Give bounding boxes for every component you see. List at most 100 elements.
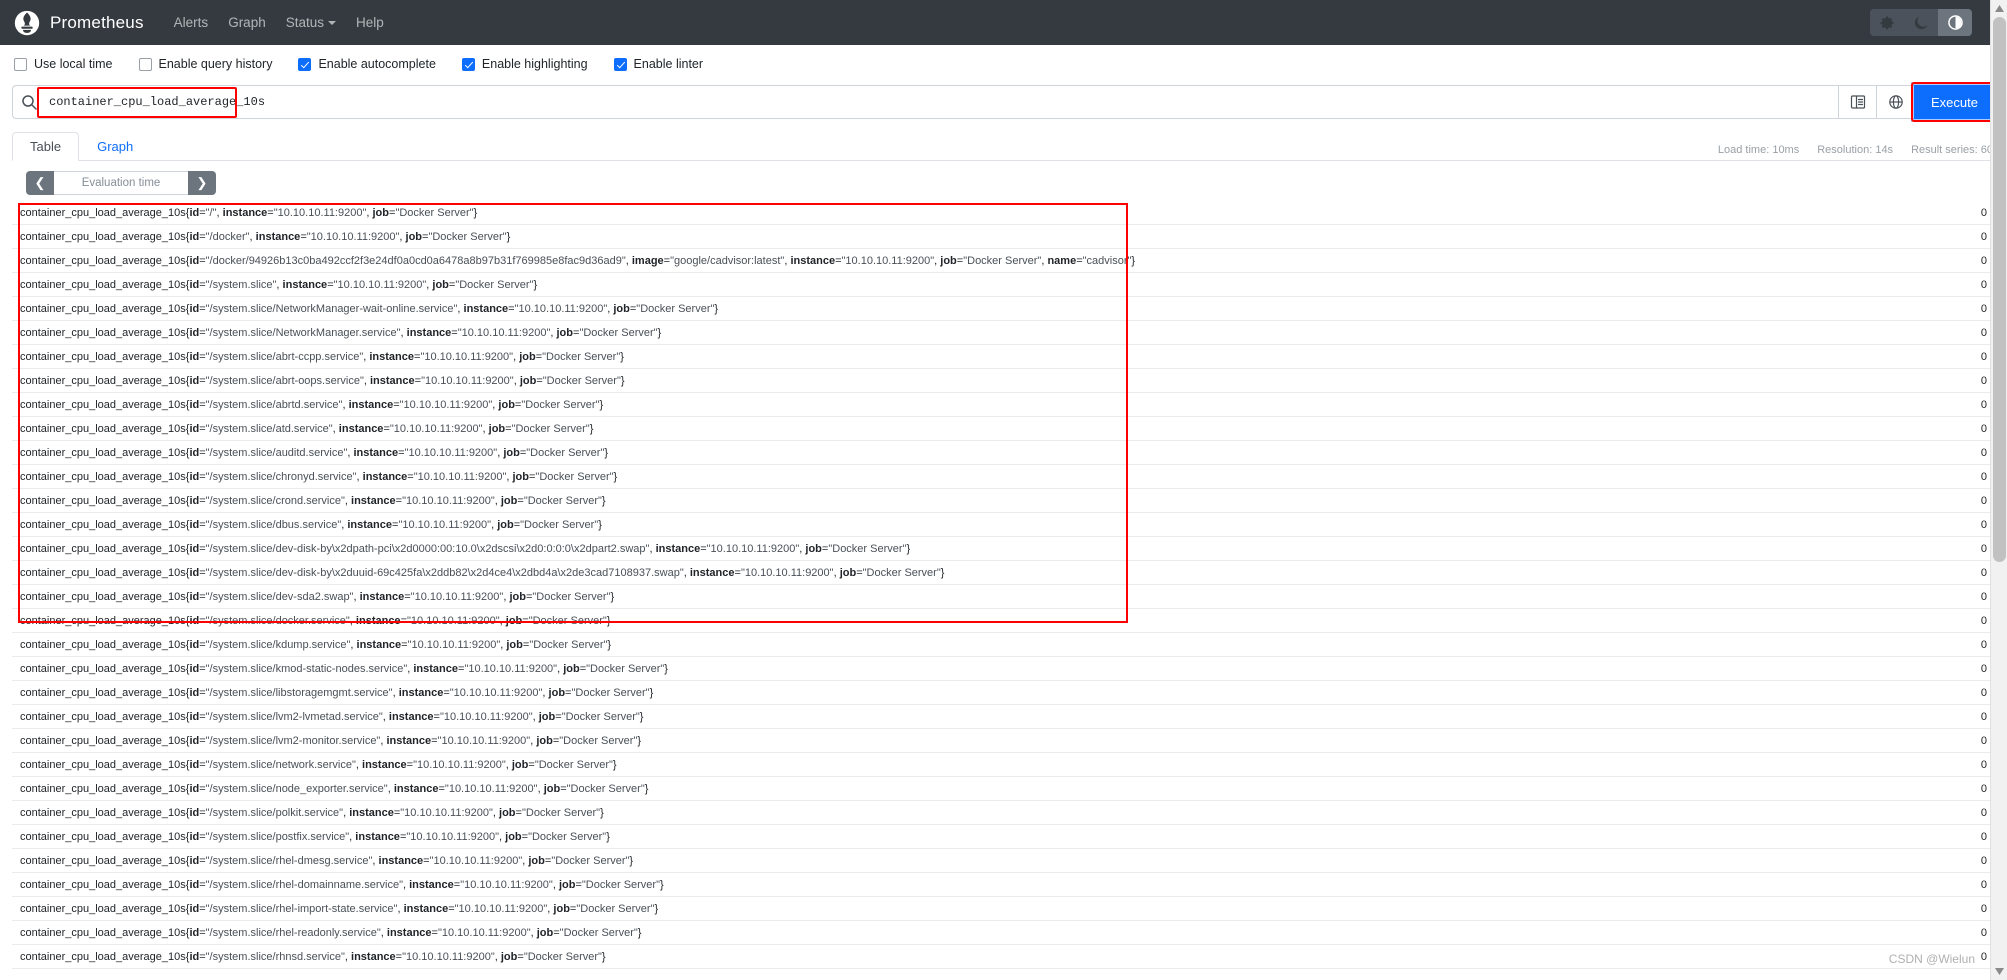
use-local-time-checkbox[interactable] [14, 57, 27, 71]
label-name-name: name [1047, 254, 1077, 267]
query-input[interactable] [43, 86, 1839, 118]
series-cell: container_cpu_load_average_10s{id="/", i… [12, 201, 1875, 225]
series-cell: container_cpu_load_average_10s{id="/syst… [12, 825, 1875, 849]
option-enable-autocomplete[interactable]: Enable autocomplete [298, 57, 436, 71]
label-name-id: id [189, 350, 200, 363]
label-value-job: "Docker Server" [571, 686, 650, 699]
tab-graph[interactable]: Graph [79, 132, 151, 161]
label-name-job: job [805, 542, 822, 555]
gear-icon-button[interactable] [1870, 9, 1904, 36]
label-name-id: id [189, 878, 200, 891]
metrics-explorer-button[interactable] [1838, 85, 1877, 119]
brand[interactable]: Prometheus [14, 10, 144, 36]
evaluation-time-input[interactable]: Evaluation time [54, 171, 188, 195]
moon-icon-button[interactable] [1904, 9, 1938, 36]
label-name-instance: instance [362, 470, 408, 483]
metric-name: container_cpu_load_average_10s [20, 806, 186, 819]
label-value-job: "Docker Server" [535, 470, 614, 483]
label-value-id: "/system.slice" [205, 278, 277, 291]
tab-table[interactable]: Table [12, 132, 80, 161]
scroll-down-arrow-icon[interactable] [1991, 963, 2007, 980]
value-cell: 0 [1980, 302, 1987, 315]
label-value-instance: "10.10.10.11:9200" [407, 614, 500, 627]
nav-link-alerts[interactable]: Alerts [164, 9, 219, 36]
series-cell: container_cpu_load_average_10s{id="/syst… [12, 945, 1875, 969]
metric-name: container_cpu_load_average_10s [20, 254, 186, 267]
value-cell: 0 [1980, 662, 1987, 675]
label-value-instance: "10.10.10.11:9200" [389, 422, 483, 435]
table-row: container_cpu_load_average_10s{id="/syst… [12, 897, 1995, 921]
label-name-id: id [189, 302, 200, 315]
value-cell: 0 [1980, 230, 1987, 243]
metric-name: container_cpu_load_average_10s [20, 422, 186, 435]
label-value-id: "/system.slice/rhel-domainname.service" [205, 878, 403, 891]
label-value-id: "/system.slice/dev-disk-by\x2duuid-69c42… [205, 566, 684, 579]
label-value-id: "/system.slice/rhel-dmesg.service" [205, 854, 373, 867]
enable-linter-checkbox[interactable] [613, 57, 627, 71]
value-cell: 0 [1980, 830, 1987, 843]
value-cell: 0 [1980, 638, 1987, 651]
label-value-job: "Docker Server" [528, 830, 607, 843]
nav-link-status[interactable]: Status [276, 9, 346, 36]
label-name-id: id [189, 446, 200, 459]
label-value-instance: "10.10.10.11:9200" [400, 806, 493, 819]
label-value-job: "Docker Server" [559, 926, 638, 939]
option-enable-linter[interactable]: Enable linter [613, 57, 703, 71]
series-cell: container_cpu_load_average_10s{id="/syst… [12, 417, 1875, 441]
label-value-id: "/system.slice/kdump.service" [205, 638, 351, 651]
label-name-instance: instance [463, 302, 509, 315]
result-table-area: container_cpu_load_average_10s{id="/", i… [12, 201, 1995, 980]
metric-name: container_cpu_load_average_10s [20, 494, 186, 507]
label-name-instance: instance [355, 830, 400, 843]
option-enable-query-history[interactable]: Enable query history [138, 57, 272, 71]
label-value-instance: "10.10.10.11:9200" [410, 590, 504, 603]
series-cell: container_cpu_load_average_10s{id="/syst… [12, 657, 1875, 681]
close-brace: } [657, 326, 662, 339]
close-brace: } [906, 542, 911, 555]
page-scrollbar[interactable] [1990, 0, 2007, 980]
close-brace: } [639, 710, 644, 723]
scroll-up-arrow-icon[interactable] [1991, 0, 2007, 17]
enable-autocomplete-checkbox[interactable] [298, 57, 312, 71]
scrollbar-thumb[interactable] [1993, 17, 2006, 562]
value-cell: 0 [1980, 494, 1987, 507]
metric-name: container_cpu_load_average_10s [20, 854, 186, 867]
nav-link-graph[interactable]: Graph [218, 9, 276, 36]
value-cell: 0 [1980, 614, 1987, 627]
label-value-job: "Docker Server" [428, 230, 507, 243]
label-value-id: "/system.slice/rhel-readonly.service" [205, 926, 381, 939]
chevron-right-icon[interactable]: ❯ [188, 171, 216, 195]
close-brace: } [637, 926, 642, 939]
label-value-instance: "10.10.10.11:9200" [454, 902, 548, 915]
label-value-instance: "10.10.10.11:9200" [457, 326, 551, 339]
series-cell: container_cpu_load_average_10s{id="/syst… [12, 609, 1875, 633]
nav-link-help[interactable]: Help [346, 9, 394, 36]
execute-button[interactable]: Execute [1914, 85, 1995, 119]
value-cell: 0 [1980, 878, 1987, 891]
enable-query-history-checkbox[interactable] [138, 57, 152, 71]
value-cell: 0 [1980, 566, 1987, 579]
label-value-job: "Docker Server" [521, 806, 601, 819]
metric-name: container_cpu_load_average_10s [20, 206, 186, 219]
table-row: container_cpu_load_average_10s{id="/", i… [12, 201, 1995, 225]
label-name-job: job [613, 302, 630, 315]
label-name-instance: instance [255, 230, 301, 243]
label-value-job: "Docker Server" [542, 350, 621, 363]
metric-name: container_cpu_load_average_10s [20, 782, 186, 795]
globe-button[interactable] [1876, 85, 1915, 119]
half-circle-icon-button[interactable] [1938, 9, 1972, 36]
enable-highlighting-checkbox[interactable] [461, 57, 475, 71]
option-use-local-time[interactable]: Use local time [14, 57, 113, 71]
close-brace: } [598, 518, 602, 531]
option-enable-highlighting[interactable]: Enable highlighting [461, 57, 588, 71]
query-input-container[interactable] [12, 85, 1839, 119]
use-local-time-label: Use local time [34, 57, 113, 71]
label-value-job: "Docker Server" [576, 902, 655, 915]
navbar: Prometheus Alerts Graph Status Help [0, 0, 2007, 45]
label-name-instance: instance [282, 278, 328, 291]
table-row: container_cpu_load_average_10s{id="/syst… [12, 297, 1995, 321]
chevron-left-icon[interactable]: ❮ [26, 171, 54, 195]
label-value-instance: "10.10.10.11:9200" [413, 758, 506, 771]
label-name-id: id [189, 590, 200, 603]
enable-highlighting-label: Enable highlighting [481, 57, 588, 71]
